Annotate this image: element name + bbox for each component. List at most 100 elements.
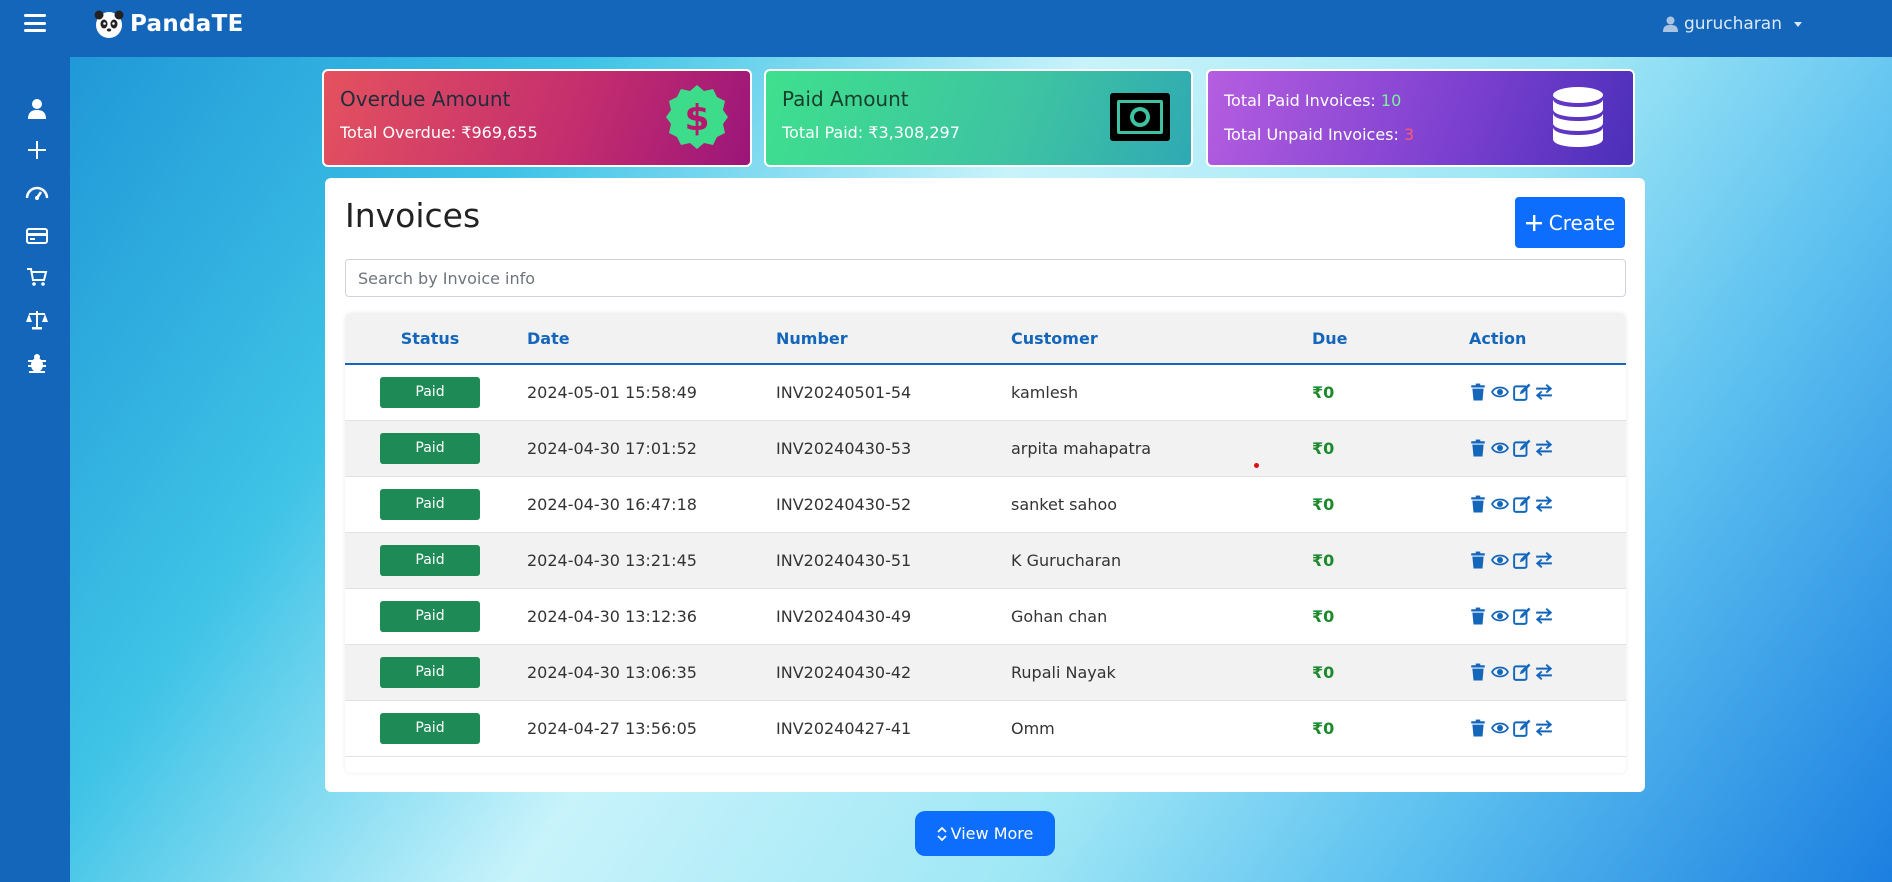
trash-icon[interactable] — [1469, 607, 1487, 625]
transfer-arrows-icon[interactable] — [1535, 719, 1553, 737]
paid-amount-card: Paid Amount Total Paid: ₹3,308,297 — [764, 69, 1193, 167]
date-cell: 2024-04-30 16:47:18 — [527, 494, 697, 514]
plus-icon[interactable] — [25, 138, 49, 162]
credit-card-icon[interactable] — [25, 224, 49, 248]
trash-icon[interactable] — [1469, 495, 1487, 513]
table-row: Paid 2024-05-01 15:58:49 INV20240501-54 … — [345, 364, 1626, 420]
svg-text:$: $ — [684, 98, 709, 139]
customer-cell: sanket sahoo — [1011, 494, 1118, 514]
cart-icon[interactable] — [25, 265, 49, 289]
status-cell: Paid — [345, 588, 515, 644]
action-cell — [1469, 420, 1626, 476]
date-cell: 2024-05-01 15:58:49 — [527, 382, 697, 402]
number-cell: INV20240430-52 — [776, 494, 912, 514]
trash-icon[interactable] — [1469, 551, 1487, 569]
edit-icon[interactable] — [1513, 719, 1531, 737]
action-cell — [1469, 364, 1626, 420]
number-cell: INV20240430-51 — [776, 550, 912, 570]
status-cell: Paid — [345, 532, 515, 588]
brand-name: PandaTE — [130, 11, 244, 37]
customer-cell: arpita mahapatra — [1011, 438, 1152, 458]
column-due[interactable]: Due — [1312, 313, 1469, 364]
edit-icon[interactable] — [1513, 383, 1531, 402]
unpaid-invoices-count: 3 — [1403, 125, 1415, 144]
eye-icon[interactable] — [1491, 663, 1509, 681]
panda-logo-icon — [94, 10, 124, 38]
transfer-arrows-icon[interactable] — [1535, 383, 1553, 401]
money-bill-icon — [1110, 93, 1170, 141]
total-overdue-value: Total Overdue: ₹969,655 — [340, 123, 538, 142]
user-icon[interactable] — [25, 97, 49, 121]
top-navbar: PandaTE gurucharan — [0, 0, 1892, 57]
status-badge: Paid — [380, 656, 480, 688]
trash-icon[interactable] — [1469, 383, 1487, 401]
eye-icon[interactable] — [1491, 607, 1509, 625]
action-cell — [1469, 532, 1626, 588]
view-more-button[interactable]: View More — [915, 811, 1055, 856]
edit-icon[interactable] — [1513, 663, 1531, 681]
user-icon — [1662, 16, 1678, 32]
number-cell: INV20240427-41 — [776, 718, 912, 738]
transfer-arrows-icon[interactable] — [1535, 495, 1553, 513]
customer-cell: Omm — [1011, 718, 1055, 738]
chevron-down-icon — [1794, 21, 1802, 27]
due-cell: ₹0 — [1312, 718, 1335, 738]
transfer-arrows-icon[interactable] — [1535, 439, 1553, 457]
eye-icon[interactable] — [1491, 439, 1509, 457]
total-paid-invoices: Total Paid Invoices: 10 — [1224, 91, 1402, 110]
status-badge: Paid — [380, 488, 480, 520]
overdue-title: Overdue Amount — [340, 87, 511, 111]
cursor-marker — [1254, 463, 1259, 468]
number-cell: INV20240430-49 — [776, 606, 912, 626]
column-date[interactable]: Date — [515, 313, 776, 364]
action-cell — [1469, 644, 1626, 700]
dashboard-icon[interactable] — [25, 181, 49, 205]
menu-toggle-icon[interactable] — [24, 14, 46, 32]
date-cell: 2024-04-27 13:56:05 — [527, 718, 697, 738]
trash-icon[interactable] — [1469, 663, 1487, 681]
table-row: Paid 2024-04-27 13:56:05 INV20240427-41 … — [345, 700, 1626, 756]
user-menu[interactable]: gurucharan — [1662, 14, 1802, 34]
table-header-row: Status Date Number Customer Due Action — [345, 313, 1626, 364]
trash-icon[interactable] — [1469, 719, 1487, 737]
number-cell: INV20240430-42 — [776, 662, 912, 682]
transfer-arrows-icon[interactable] — [1535, 551, 1553, 569]
action-cell — [1469, 588, 1626, 644]
date-cell: 2024-04-30 13:21:45 — [527, 550, 697, 570]
eye-icon[interactable] — [1491, 551, 1509, 569]
status-badge: Paid — [380, 600, 480, 632]
transfer-arrows-icon[interactable] — [1535, 663, 1553, 681]
edit-icon[interactable] — [1513, 439, 1531, 457]
transfer-arrows-icon[interactable] — [1535, 607, 1553, 625]
edit-icon[interactable] — [1513, 551, 1531, 569]
column-status[interactable]: Status — [345, 313, 515, 364]
search-input[interactable] — [345, 259, 1626, 297]
sidebar — [0, 57, 70, 882]
eye-icon[interactable] — [1491, 495, 1509, 513]
customer-cell: Rupali Nayak — [1011, 662, 1116, 682]
customer-cell: kamlesh — [1011, 382, 1079, 402]
table-row: Paid 2024-04-30 13:06:35 INV20240430-42 … — [345, 644, 1626, 700]
edit-icon[interactable] — [1513, 607, 1531, 625]
plus-icon — [1525, 214, 1542, 231]
column-customer[interactable]: Customer — [1011, 313, 1312, 364]
action-cell — [1469, 476, 1626, 532]
create-invoice-button[interactable]: Create — [1515, 197, 1625, 248]
date-cell: 2024-04-30 13:06:35 — [527, 662, 697, 682]
bug-icon[interactable] — [25, 351, 49, 375]
status-cell: Paid — [345, 476, 515, 532]
brand[interactable]: PandaTE — [94, 9, 244, 39]
customer-cell: K Gurucharan — [1011, 550, 1122, 570]
date-cell: 2024-04-30 17:01:52 — [527, 438, 697, 458]
eye-icon[interactable] — [1491, 383, 1509, 401]
trash-icon[interactable] — [1469, 439, 1487, 457]
edit-icon[interactable] — [1513, 495, 1531, 513]
status-cell: Paid — [345, 364, 515, 420]
scale-icon[interactable] — [25, 308, 49, 332]
due-cell: ₹0 — [1312, 662, 1335, 682]
status-badge: Paid — [380, 376, 480, 408]
eye-icon[interactable] — [1491, 719, 1509, 737]
column-number[interactable]: Number — [776, 313, 1011, 364]
total-paid-value: Total Paid: ₹3,308,297 — [782, 123, 960, 142]
action-cell — [1469, 700, 1626, 756]
